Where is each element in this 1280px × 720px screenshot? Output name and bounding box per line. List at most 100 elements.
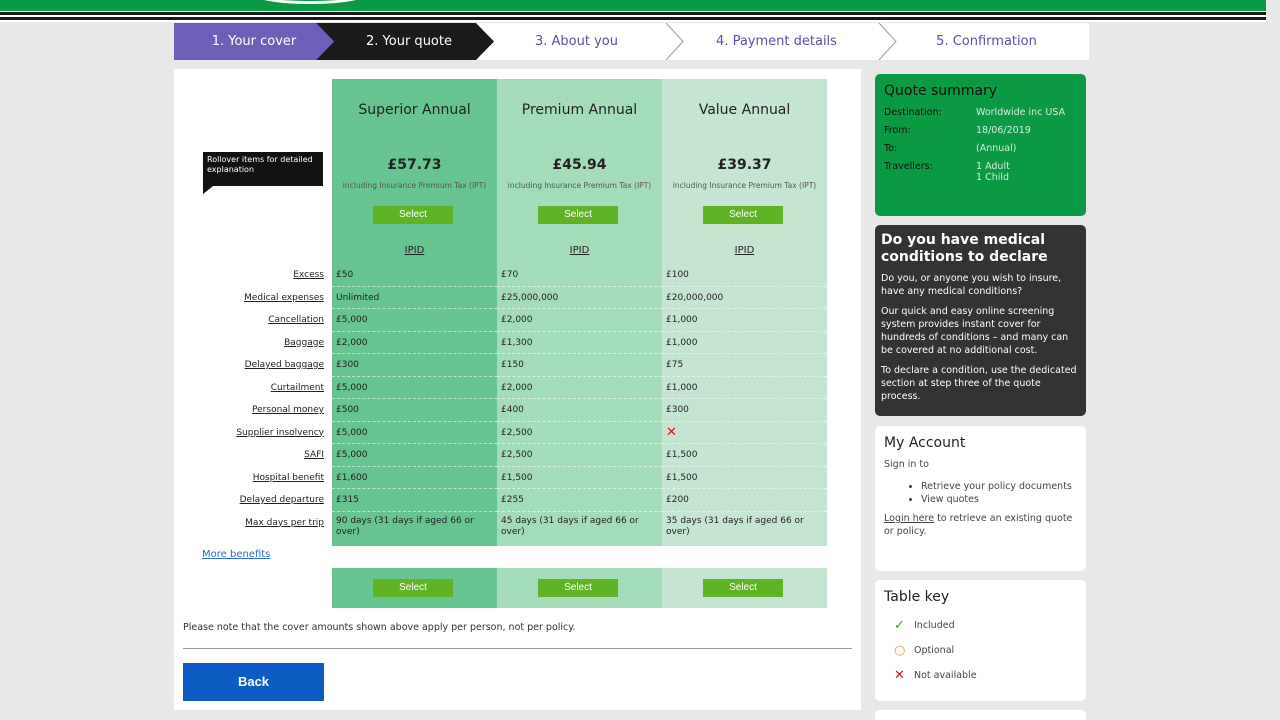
step-label: 2. Your quote	[366, 34, 452, 49]
benefit-label-cancellation[interactable]: Cancellation	[174, 309, 324, 332]
product-header: Value Annual £39.37 including Insurance …	[662, 79, 827, 238]
table-key-panel: Table key ✓ Included ○ Optional ✕ Not av…	[875, 580, 1086, 701]
benefit-labels: Excess Medical expenses Cancellation Bag…	[174, 264, 324, 534]
benefit-value: £300	[662, 399, 827, 422]
medical-title: Do you have medical conditions to declar…	[881, 232, 1048, 265]
medical-conditions-panel: Do you have medical conditions to declar…	[875, 225, 1086, 416]
benefit-values: £50 Unlimited £5,000 £2,000 £300 £5,000 …	[332, 264, 497, 547]
step-confirmation: 5. Confirmation	[884, 23, 1089, 60]
benefit-value: £315	[332, 489, 497, 512]
benefit-label-delayed-departure[interactable]: Delayed departure	[174, 489, 324, 512]
key-optional: ○ Optional	[884, 638, 1077, 663]
back-button[interactable]: Back	[183, 663, 324, 701]
key-label: Not available	[914, 670, 977, 681]
ipid-link[interactable]: IPID	[332, 245, 497, 256]
benefit-label-baggage[interactable]: Baggage	[174, 332, 324, 355]
summary-value: Worldwide inc USA	[976, 107, 1066, 118]
select-button[interactable]: Select	[538, 579, 618, 597]
benefit-value: £5,000	[332, 422, 497, 444]
summary-travellers: Travellers: 1 Adult 1 Child	[884, 161, 1077, 183]
step-your-cover[interactable]: 1. Your cover	[174, 23, 334, 60]
step-about-you: 3. About you	[494, 23, 669, 60]
key-included: ✓ Included	[884, 613, 1077, 638]
benefit-value: £20,000,000	[662, 287, 827, 309]
select-button[interactable]: Select	[703, 579, 783, 597]
benefit-value: 45 days (31 days if aged 66 or over)	[501, 515, 639, 537]
header-bar	[0, 0, 1266, 22]
list-item: Retrieve your policy documents	[921, 480, 1077, 493]
summary-value: 1 Adult 1 Child	[976, 161, 1010, 183]
benefit-value: £5,000	[332, 377, 497, 399]
benefit-value: £25,000,000	[497, 287, 662, 309]
key-not-available: ✕ Not available	[884, 663, 1077, 688]
select-button[interactable]: Select	[373, 579, 453, 597]
header-stripe	[0, 17, 1266, 20]
benefit-value: £1,000	[662, 377, 827, 399]
page-scrollbar[interactable]	[1266, 0, 1280, 720]
benefit-label-personal-money[interactable]: Personal money	[174, 399, 324, 422]
bottom-select-band: Select	[662, 568, 827, 608]
account-login-text: Login here to retrieve an existing quote…	[884, 512, 1077, 538]
select-button[interactable]: Select	[538, 206, 618, 224]
product-header: Superior Annual £57.73 including Insuran…	[332, 79, 497, 238]
summary-destination: Destination: Worldwide inc USA	[884, 107, 1077, 118]
summary-value: 18/06/2019	[976, 125, 1031, 136]
more-benefits-link[interactable]: More benefits	[202, 549, 270, 560]
key-label: Included	[914, 620, 955, 631]
benefit-value: £100	[662, 264, 827, 287]
list-item: View quotes	[921, 493, 1077, 506]
summary-value: (Annual)	[976, 143, 1017, 154]
product-name: Premium Annual	[521, 102, 638, 118]
travellers-children: 1 Child	[976, 172, 1010, 183]
benefit-label-safi[interactable]: SAFI	[174, 444, 324, 467]
rollover-hint: Rollover items for detailed explanation	[203, 152, 323, 194]
benefit-value: £300	[332, 354, 497, 377]
select-button[interactable]: Select	[703, 206, 783, 224]
step-label: 5. Confirmation	[936, 34, 1037, 49]
product-ipt-note: including Insurance Premium Tax (IPT)	[672, 181, 817, 190]
circle-icon: ○	[894, 643, 906, 658]
benefit-label-supplier-insolvency[interactable]: Supplier insolvency	[174, 422, 324, 445]
benefit-label-delayed-baggage[interactable]: Delayed baggage	[174, 354, 324, 377]
table-key-title: Table key	[884, 589, 950, 605]
benefit-label-max-days[interactable]: Max days per trip	[174, 512, 324, 535]
benefit-values: £100 £20,000,000 £1,000 £1,000 £75 £1,00…	[662, 264, 827, 547]
my-account-panel: My Account Sign in to Retrieve your poli…	[875, 426, 1086, 571]
step-label: 4. Payment details	[716, 34, 837, 49]
ipid-link[interactable]: IPID	[662, 245, 827, 256]
step-label: 3. About you	[535, 34, 618, 49]
benefit-label-hospital-benefit[interactable]: Hospital benefit	[174, 467, 324, 490]
quote-comparison-panel: Rollover items for detailed explanation …	[174, 69, 861, 710]
benefit-value: £75	[662, 354, 827, 377]
quote-summary-panel: Quote summary Destination: Worldwide inc…	[875, 74, 1086, 216]
benefit-label-excess[interactable]: Excess	[174, 264, 324, 287]
benefit-value: £1,300	[497, 332, 662, 354]
summary-label: Travellers:	[884, 161, 933, 172]
header-green-stripe	[0, 0, 1266, 11]
benefit-label-curtailment[interactable]: Curtailment	[174, 377, 324, 400]
benefit-value: £1,500	[662, 467, 827, 489]
step-your-quote: 2. Your quote	[316, 23, 494, 60]
benefit-value: £200	[662, 489, 827, 512]
login-link[interactable]: Login here	[884, 513, 934, 524]
product-column-superior: Superior Annual £57.73 including Insuran…	[332, 79, 497, 546]
cross-icon: ✕	[894, 668, 905, 683]
benefit-value: Unlimited	[332, 287, 497, 309]
progress-steps: 1. Your cover 2. Your quote 3. About you…	[174, 22, 1089, 61]
benefit-value: £70	[497, 264, 662, 287]
benefit-value: 35 days (31 days if aged 66 or over)	[666, 515, 804, 537]
summary-from: From: 18/06/2019	[884, 125, 1077, 136]
header-stripe	[0, 12, 1266, 15]
next-panel	[875, 710, 1086, 720]
product-column-value: Value Annual £39.37 including Insurance …	[662, 79, 827, 546]
benefit-value: £1,500	[662, 444, 827, 467]
bottom-select-band: Select	[497, 568, 662, 608]
benefit-label-medical-expenses[interactable]: Medical expenses	[174, 287, 324, 310]
account-title: My Account	[884, 435, 966, 451]
ipid-link[interactable]: IPID	[497, 245, 662, 256]
select-button[interactable]: Select	[373, 206, 453, 224]
product-name: Value Annual	[698, 102, 791, 118]
medical-text: Our quick and easy online screening syst…	[881, 306, 1069, 356]
product-price: £57.73	[387, 157, 442, 173]
summary-label: Destination:	[884, 107, 942, 118]
